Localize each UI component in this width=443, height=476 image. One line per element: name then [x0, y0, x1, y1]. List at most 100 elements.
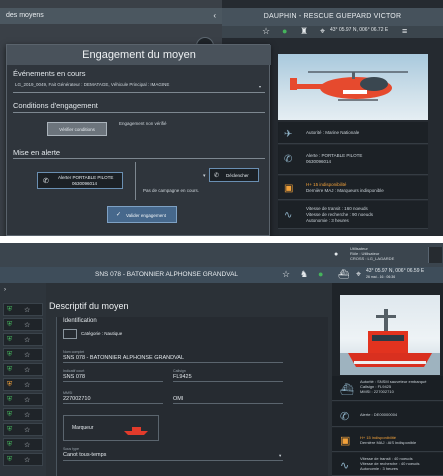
boat-icon: ⛴: [340, 384, 354, 396]
section-conditions-title: Conditions d'engagement: [13, 101, 98, 110]
validate-engagement-button[interactable]: ✓ Valider engagement: [107, 206, 177, 223]
alert-button-label: Alerter PORTABLE PILOTE: [58, 175, 114, 180]
info-text: Autorité : Marine Nationale: [306, 130, 360, 135]
star-icon[interactable]: ☆: [24, 456, 30, 464]
marker-selector[interactable]: Marqueur: [63, 415, 159, 441]
status-icon: ⛨: [7, 426, 13, 433]
location-pin-icon: ⌖: [320, 26, 326, 36]
verify-status: Engagement non vérifié: [119, 121, 167, 126]
helicopter-image: [290, 71, 408, 101]
list-item[interactable]: ⛨ ☆: [3, 423, 43, 436]
chevron-down-icon[interactable]: ▾: [203, 173, 206, 179]
divider: [13, 92, 265, 93]
status-icon: ⛨: [7, 381, 13, 388]
top-bar: ● Utilisateur Rôle : Utilisateur CROSS :…: [0, 243, 443, 267]
star-icon[interactable]: ☆: [24, 396, 30, 404]
alert-pilot-button[interactable]: ✆ Alerter PORTABLE PILOTE 0630096014: [37, 172, 123, 189]
mmsi-label: MMSI: [63, 391, 73, 395]
list-item[interactable]: ⛨ ☆: [3, 393, 43, 406]
list-item[interactable]: ⛨ ☆: [3, 318, 43, 331]
star-icon[interactable]: ☆: [24, 321, 30, 329]
info-text: Dernière MAJ : Marqueurs indisponible: [306, 188, 384, 193]
mmsi-field[interactable]: 227002710: [63, 396, 91, 402]
campaign-text: Pas de campagne en cours.: [143, 188, 200, 193]
info-row-availability: ▣ H+ 15 indisponibilité Dernière MAJ : A…: [332, 428, 443, 452]
field-underline: [173, 381, 283, 382]
resource-title: SNS 078 - BATONNIER ALPHONSE GRANDVAL: [95, 271, 239, 278]
star-icon[interactable]: ☆: [24, 306, 30, 314]
star-icon[interactable]: ☆: [24, 411, 30, 419]
boat-icon: [63, 329, 77, 339]
resource-photo: [278, 54, 428, 120]
verify-conditions-button[interactable]: Vérifier conditions: [47, 122, 107, 136]
info-text: Alerte : PORTABLE PILOTE: [306, 153, 363, 158]
list-item[interactable]: ⛨ ☆: [3, 438, 43, 451]
resource-title: DAUPHIN - RESCUE GUEPARD VICTOR: [222, 8, 443, 26]
list-item[interactable]: ⛨ ☆: [3, 453, 43, 466]
event-select[interactable]: LG_2019_0049, Fait Générateur : DEMATAGE…: [15, 82, 263, 92]
star-icon[interactable]: ☆: [24, 351, 30, 359]
vehicle-icon[interactable]: ♜: [300, 27, 308, 36]
list-item[interactable]: ⛨ ☆: [3, 363, 43, 376]
name-label: Nom complet: [63, 350, 85, 354]
status-icon: ⛨: [7, 366, 13, 373]
chevron-left-icon[interactable]: ‹: [213, 11, 216, 20]
info-text: Alerte : DE00000004: [360, 412, 398, 417]
list-item[interactable]: ⛨ ☆: [3, 348, 43, 361]
info-row-authority: ⛴ Autorité : SNSM sauveteur embarqué Cal…: [332, 376, 443, 401]
list-item[interactable]: ⛨ ☆: [3, 303, 43, 316]
short-call-label: Indicatif court: [63, 369, 85, 373]
callsign-field[interactable]: FL9425: [173, 374, 192, 380]
vehicle-icon[interactable]: ♞: [300, 270, 308, 279]
info-row-authority: ✈ Autorité : Marine Nationale: [278, 122, 428, 144]
phone-icon: ✆: [214, 173, 220, 179]
star-icon[interactable]: ☆: [24, 441, 30, 449]
divider: [13, 112, 265, 113]
resource-description-screen: ● Utilisateur Rôle : Utilisateur CROSS :…: [0, 243, 443, 476]
subtype-select[interactable]: Canot tous-temps: [63, 452, 106, 458]
trigger-button[interactable]: ✆ Déclencher: [209, 168, 259, 182]
info-row-performance: ∿ Vitesse de transit : 160 noeuds Vitess…: [278, 201, 428, 229]
description-card: Identification Catégorie : Nautique Nom …: [56, 317, 328, 476]
info-row-alert: ✆ Alerte : DE00000004: [332, 402, 443, 427]
short-call-field[interactable]: SNS 078: [63, 374, 85, 380]
star-icon[interactable]: ☆: [24, 336, 30, 344]
description-panel: Descriptif du moyen Identification Catég…: [46, 283, 332, 476]
list-item[interactable]: ⛨ ☆: [3, 408, 43, 421]
info-row-alert: ✆ Alerte : PORTABLE PILOTE 0630096014: [278, 145, 428, 175]
field-underline: [63, 460, 283, 461]
callsign-label: Callsign: [173, 369, 186, 373]
chart-line-icon: ∿: [340, 460, 350, 472]
lifeboat-image: [340, 309, 440, 375]
status-icon[interactable]: ●: [318, 270, 323, 279]
user-icon[interactable]: ●: [334, 251, 338, 258]
star-icon[interactable]: ☆: [262, 27, 270, 36]
phone-icon: ✆: [43, 178, 49, 185]
menu-icon[interactable]: ≡: [402, 27, 407, 36]
identification-title: Identification: [63, 318, 97, 324]
chart-line-icon: ∿: [284, 210, 293, 221]
omi-field[interactable]: OMI: [173, 396, 183, 402]
chevron-down-icon: ▾: [258, 84, 261, 89]
field-underline: [173, 403, 283, 404]
star-icon[interactable]: ☆: [24, 426, 30, 434]
star-icon[interactable]: ☆: [282, 270, 290, 279]
star-icon[interactable]: ☆: [24, 366, 30, 374]
section-alert-title: Mise en alerte: [13, 148, 61, 157]
chevron-down-icon[interactable]: ▾: [279, 453, 281, 459]
status-icon: ⛨: [7, 351, 13, 358]
chevron-right-icon[interactable]: ›: [4, 287, 6, 293]
status-icon: ⛨: [7, 336, 13, 343]
status-icon[interactable]: ●: [282, 27, 287, 36]
star-icon[interactable]: ☆: [24, 381, 30, 389]
info-text: Autonomie : 3 heures: [306, 218, 349, 223]
page-title: Descriptif du moyen: [49, 301, 129, 311]
boat-icon[interactable]: ⛴: [338, 270, 349, 279]
name-field[interactable]: SNS 078 - BATONNIER ALPHONSE GRANDVAL: [63, 355, 184, 361]
list-item[interactable]: ⛨ ☆: [3, 333, 43, 346]
resource-header: SNS 078 - BATONNIER ALPHONSE GRANDVAL ☆ …: [0, 267, 443, 283]
validate-button-label: Valider engagement: [126, 213, 166, 218]
top-bar-button[interactable]: [428, 247, 442, 263]
list-item[interactable]: ⛨ ☆: [3, 378, 43, 391]
info-row-availability: ▣ H+ 15 indisponibilité Dernière MAJ : M…: [278, 176, 428, 200]
